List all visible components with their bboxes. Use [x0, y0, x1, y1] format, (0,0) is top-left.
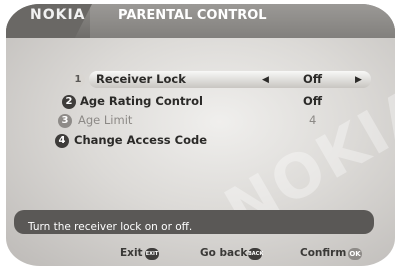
exit-label: Exit: [120, 247, 143, 259]
menu-item-age-rating-control[interactable]: Age Rating Control: [80, 94, 203, 108]
menu-item-number-3: 3: [58, 114, 72, 128]
menu-item-age-limit[interactable]: Age Limit: [78, 113, 132, 127]
receiver-lock-label: Receiver Lock: [96, 72, 186, 86]
receiver-lock-value: Off: [303, 72, 323, 86]
arrow-right-icon[interactable]: ▶: [355, 75, 362, 85]
menu-item-number-1: 1: [71, 73, 85, 87]
help-text: Turn the receiver lock on or off.: [28, 221, 193, 233]
back-key-icon[interactable]: BACK: [248, 248, 263, 260]
age-rating-control-value: Off: [303, 94, 323, 108]
go-back-label: Go back: [200, 247, 248, 259]
arrow-left-icon[interactable]: ◀: [262, 75, 269, 85]
menu-item-number-4: 4: [55, 134, 69, 148]
confirm-label: Confirm: [300, 247, 347, 259]
age-limit-value: 4: [309, 113, 317, 127]
menu-item-number-2: 2: [62, 95, 76, 109]
exit-key-icon[interactable]: EXIT: [145, 248, 159, 260]
nokia-logo: NOKIA: [30, 7, 86, 23]
menu-item-change-access-code[interactable]: Change Access Code: [74, 133, 207, 147]
page-title: PARENTAL CONTROL: [118, 8, 267, 23]
ok-key-icon[interactable]: OK: [348, 248, 362, 260]
tv-screen: NOKIA NOKIA PARENTAL CONTROL 1 Receiver …: [0, 0, 401, 270]
